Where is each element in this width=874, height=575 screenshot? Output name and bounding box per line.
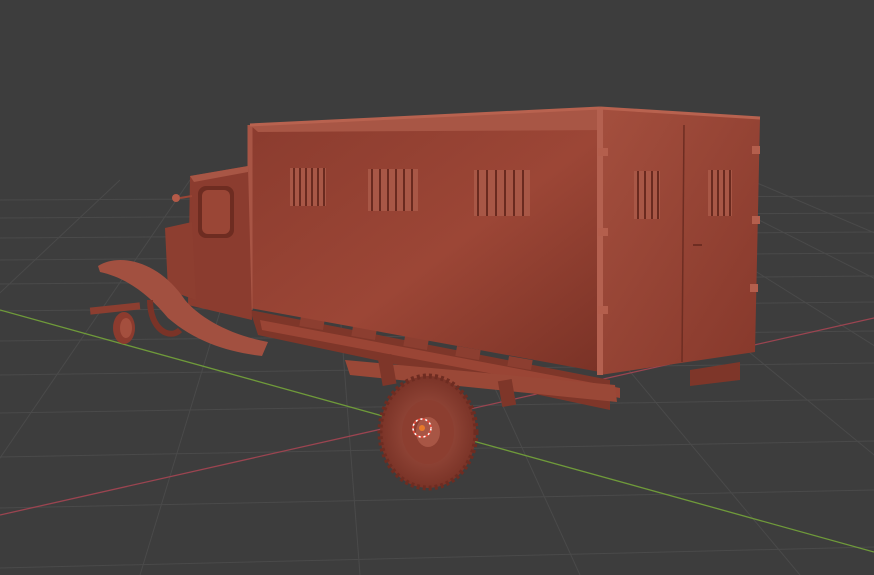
barred-window-3 [474,170,530,216]
rear-window-right [708,170,732,216]
3d-viewport[interactable] [0,0,874,575]
cargo-box-rear [600,108,760,375]
front-bumper [89,302,141,315]
side-mirror [172,194,180,202]
viewport-canvas[interactable] [0,0,874,575]
barred-window-1 [290,168,326,206]
truck-model[interactable] [89,106,761,491]
rear-window-left [634,171,660,219]
barred-window-2 [368,169,418,211]
spare-wheel [377,373,479,491]
